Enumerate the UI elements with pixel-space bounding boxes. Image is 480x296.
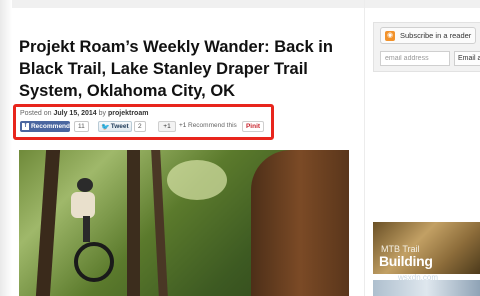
post-title[interactable]: Projekt Roam’s Weekly Wander: Back in Bl…: [19, 36, 339, 102]
rider-helmet: [77, 178, 93, 192]
ad-line2: Building: [379, 253, 433, 269]
sidebar-banner[interactable]: [373, 280, 480, 296]
rider-torso: [71, 192, 95, 218]
subscribe-label: Subscribe in a reader: [400, 31, 472, 40]
rss-icon: ◉: [385, 30, 395, 41]
sidebar-divider: [364, 0, 365, 296]
photo-tree: [151, 150, 168, 296]
bike-wheel: [74, 242, 114, 282]
photo-highlight: [167, 160, 227, 200]
highlight-box: [13, 104, 274, 140]
top-strip: [0, 0, 480, 8]
post-photo: [19, 150, 349, 296]
photo-tree: [35, 150, 61, 296]
rider-leg: [83, 216, 90, 242]
email-submit-button[interactable]: Email a: [454, 51, 480, 66]
email-input[interactable]: [380, 51, 450, 66]
mtb-trail-building-ad[interactable]: MTB Trail Building: [373, 222, 480, 274]
subscribe-widget: ◉ Subscribe in a reader Email a: [373, 22, 480, 72]
subscribe-reader-button[interactable]: ◉ Subscribe in a reader: [380, 27, 476, 44]
photo-tree: [127, 150, 140, 296]
watermark: wsxdn.com: [398, 273, 439, 282]
photo-tree-trunk: [251, 150, 349, 296]
left-shadow: [0, 0, 12, 296]
